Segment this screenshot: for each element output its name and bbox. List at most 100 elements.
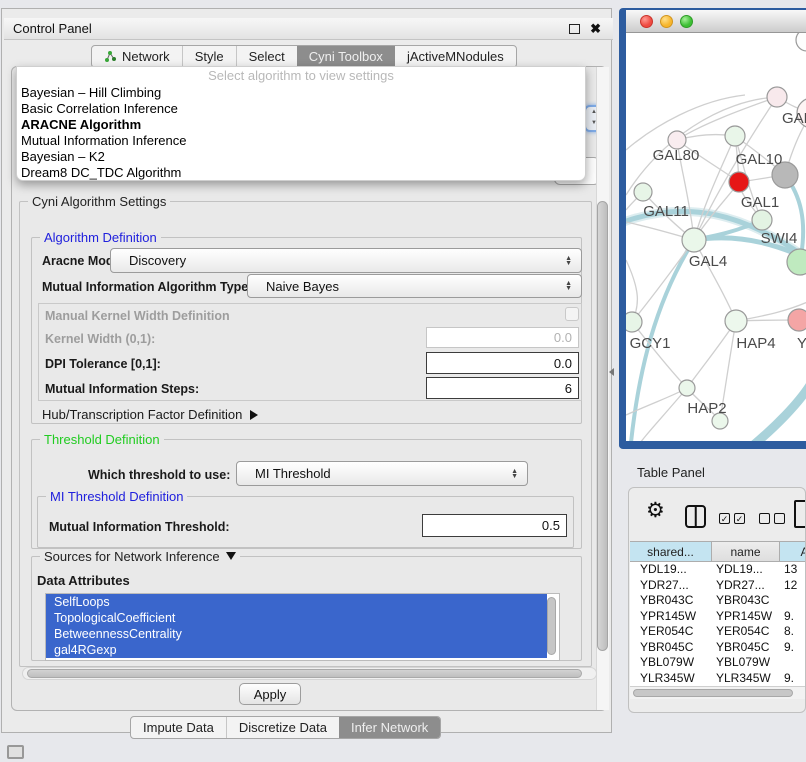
tab-label: Impute Data [143, 720, 214, 735]
dropdown-item[interactable]: Mutual Information Inference [17, 133, 585, 149]
tab-select[interactable]: Select [236, 46, 297, 67]
dropdown-item[interactable]: Bayesian – K2 [17, 149, 585, 165]
data-attributes-list[interactable]: SelfLoopsTopologicalCoefficientBetweenne… [45, 593, 560, 661]
attribute-list-item[interactable]: gal4RGexp [46, 642, 547, 658]
table-row[interactable]: YDL19...YDL19...13 [630, 562, 806, 578]
network-node-hap4[interactable] [725, 310, 747, 332]
dpi-tolerance-label: DPI Tolerance [0,1]: [45, 357, 161, 371]
table-cell: YBL079W [712, 655, 780, 671]
tab-label: Discretize Data [239, 720, 327, 735]
table-row[interactable]: YDR27...YDR27...12 [630, 578, 806, 594]
table-document-icon[interactable] [794, 500, 806, 528]
combo-stepper-icon: ▲▼ [565, 281, 572, 291]
minimized-panel-icon[interactable] [7, 745, 24, 759]
network-node-gal1[interactable] [729, 172, 749, 192]
mi-algorithm-type-combobox[interactable]: Naive Bayes ▲▼ [247, 274, 582, 298]
table-row[interactable]: YBR043CYBR043C [630, 593, 806, 609]
network-node-y[interactable] [788, 309, 806, 331]
threshold-definition-title: Threshold Definition [40, 432, 164, 447]
dpi-tolerance-field[interactable]: 0.0 [426, 352, 579, 374]
unchecked-checkbox-icon[interactable] [759, 513, 770, 524]
float-window-icon[interactable] [569, 24, 580, 34]
tab-style[interactable]: Style [182, 46, 236, 67]
close-icon[interactable]: ✖ [590, 20, 601, 38]
network-node-swi4[interactable] [752, 210, 772, 230]
table-cell: YDL19... [712, 562, 780, 578]
mi-steps-field[interactable]: 6 [426, 377, 579, 399]
dropdown-item[interactable]: ARACNE Algorithm [17, 117, 585, 133]
node-label: GAL11 [643, 203, 689, 220]
table-cell: YPR145W [630, 609, 712, 625]
column-header[interactable]: shared... [630, 541, 712, 562]
table-cell: 13 [780, 562, 806, 578]
table-row[interactable]: YBR045CYBR045C9. [630, 640, 806, 656]
table-cell: YBR045C [630, 640, 712, 656]
manual-kernel-checkbox[interactable] [565, 307, 579, 321]
attribute-list-item[interactable]: TopologicalCoefficient [46, 610, 547, 626]
tab-cyni-toolbox[interactable]: Cyni Toolbox [297, 46, 395, 67]
kernel-width-label: Kernel Width (0,1): [45, 332, 155, 346]
list-scrollbar-thumb[interactable] [547, 597, 556, 655]
attribute-list-item[interactable]: SelfLoops [46, 594, 547, 610]
mi-steps-label: Mutual Information Steps: [45, 382, 199, 396]
apply-button[interactable]: Apply [239, 683, 301, 705]
node-label: SWI4 [761, 230, 798, 247]
dropdown-item[interactable]: Bayesian – Hill Climbing [17, 85, 585, 101]
checked-checkbox-icon[interactable]: ✓ [734, 513, 745, 524]
dropdown-item[interactable]: Dream8 DC_TDC Algorithm [17, 165, 585, 181]
panel-scrollbar-thumb[interactable] [597, 201, 608, 651]
column-header[interactable]: name [712, 541, 780, 562]
mac-minimize-icon[interactable] [660, 15, 673, 28]
node-label: HAP4 [736, 335, 775, 352]
network-node-gcy1[interactable] [626, 312, 642, 332]
control-panel-tabbar: NetworkStyle Select Cyni Toolbox jActiveMNo… [91, 45, 517, 68]
table-hscrollbar-thumb[interactable] [633, 689, 793, 697]
aracne-mode-combobox[interactable]: Discovery ▲▼ [110, 248, 582, 273]
network-window-titlebar [626, 10, 806, 33]
column-header[interactable]: A [780, 541, 806, 562]
mac-zoom-icon[interactable] [680, 15, 693, 28]
columns-icon[interactable] [685, 505, 706, 528]
tab-discretize-data[interactable]: Discretize Data [226, 717, 339, 738]
table-row[interactable]: YER054CYER054C8. [630, 624, 806, 640]
collapse-down-icon [226, 552, 236, 560]
tab-jactivemnodules[interactable]: jActiveMNodules [395, 46, 516, 67]
network-icon [104, 50, 117, 63]
tab-infer-network[interactable]: Infer Network [339, 717, 440, 738]
unchecked-checkbox-icon[interactable] [774, 513, 785, 524]
manual-kernel-label: Manual Kernel Width Definition [45, 309, 230, 323]
table-hscrollbar-track[interactable] [630, 686, 806, 699]
mac-close-icon[interactable] [640, 15, 653, 28]
sources-group-title[interactable]: Sources for Network Inference [40, 549, 240, 564]
table-row[interactable]: YPR145WYPR145W9. [630, 609, 806, 625]
mi-threshold-field[interactable]: 0.5 [422, 514, 567, 537]
network-canvas[interactable]: GALGAL80GAL10GAL1GAL11SWI4GAL4GCY1HAP4YH… [626, 33, 806, 441]
which-threshold-combobox[interactable]: MI Threshold ▲▼ [236, 461, 528, 486]
splitter-collapse-icon[interactable] [609, 368, 614, 376]
combo-stepper-icon: ▲▼ [511, 469, 518, 479]
attribute-list-item[interactable]: BetweennessCentrality [46, 626, 547, 642]
network-node-gal10[interactable] [725, 126, 745, 146]
table-row[interactable]: YBL079WYBL079W [630, 655, 806, 671]
network-node-gal11[interactable] [634, 183, 652, 201]
hub-definition-label: Hub/Transcription Factor Definition [42, 407, 242, 422]
table-cell: 9. [780, 671, 806, 687]
tab-label: Cyni Toolbox [309, 49, 383, 64]
kernel-width-value: 0.0 [554, 330, 572, 345]
dropdown-item[interactable]: Basic Correlation Inference [17, 101, 585, 117]
mi-threshold-value: 0.5 [542, 518, 560, 533]
table-row[interactable]: YLR345WYLR345W9. [630, 671, 806, 687]
network-node-gal4[interactable] [682, 228, 706, 252]
network-node[interactable] [796, 33, 806, 51]
checked-checkbox-icon[interactable]: ✓ [719, 513, 730, 524]
tab-impute-data[interactable]: Impute Data [131, 717, 226, 738]
network-node-gal[interactable] [767, 87, 787, 107]
bottom-tabbar: Impute Data Discretize Data Infer Network [130, 716, 441, 739]
kernel-width-field[interactable]: 0.0 [426, 327, 579, 348]
hub-definition-expander[interactable]: Hub/Transcription Factor Definition [42, 407, 258, 422]
network-node-hap2[interactable] [679, 380, 695, 396]
tab-network[interactable]: Network [92, 46, 182, 67]
horizontal-scrollbar-thumb[interactable] [27, 669, 582, 678]
tab-label: Select [249, 49, 285, 64]
gear-icon[interactable]: ⚙ [646, 500, 665, 521]
